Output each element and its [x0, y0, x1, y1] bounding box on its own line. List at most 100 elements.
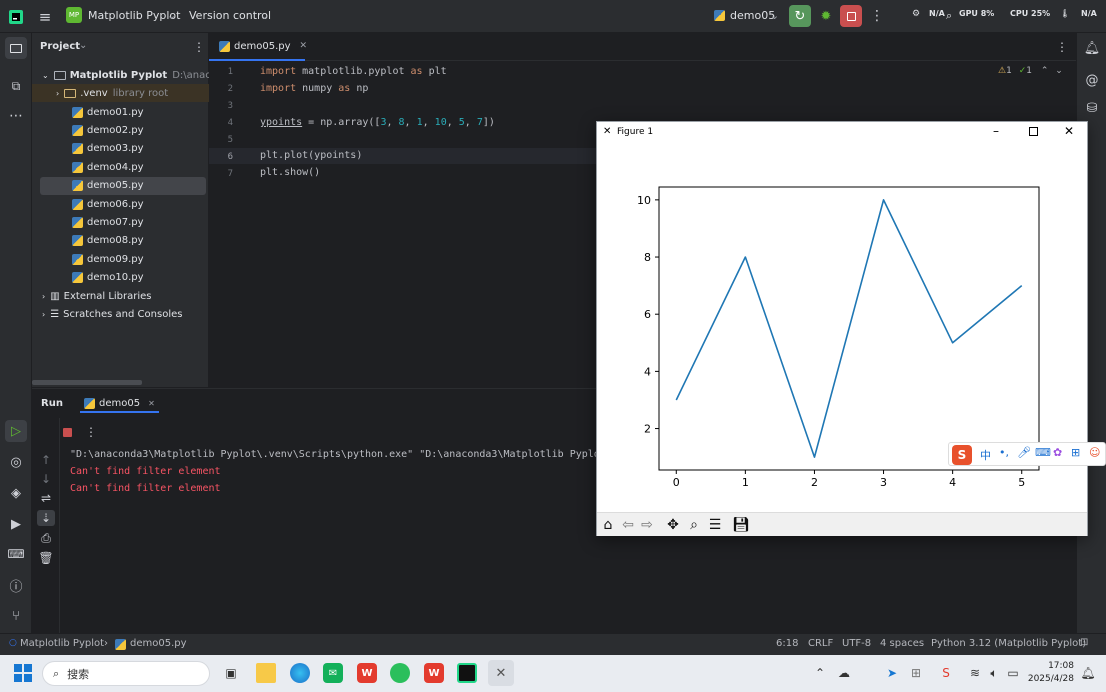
task-view-icon[interactable]: ▣ — [222, 664, 240, 682]
trash-icon[interactable]: 🗑︎ — [37, 550, 55, 566]
wps-office-icon[interactable]: W — [424, 663, 444, 683]
print-icon[interactable]: ⎙ — [37, 530, 55, 546]
taskbar-search[interactable]: ⌕ 搜索 — [42, 661, 210, 686]
indent-setting[interactable]: 4 spaces — [880, 638, 924, 649]
tree-item-file[interactable]: demo07.py — [32, 213, 209, 231]
more-options-icon[interactable]: ⋮ — [85, 425, 97, 439]
breadcrumb-file[interactable]: demo05.py — [130, 638, 187, 649]
notifications-bell-icon[interactable]: 🔔︎ — [1081, 37, 1103, 59]
file-encoding[interactable]: UTF-8 — [842, 638, 871, 649]
zoom-icon[interactable]: ⌕ — [685, 516, 703, 534]
more-options-icon[interactable]: ⋮ — [192, 39, 206, 55]
tree-item-file[interactable]: demo10.py — [32, 269, 209, 287]
chat-app-icon[interactable] — [390, 663, 410, 683]
problems-icon[interactable]: ⓘ — [5, 574, 27, 596]
horizontal-scrollbar[interactable] — [32, 380, 142, 385]
save-figure-icon[interactable]: 💾︎ — [732, 516, 750, 534]
caret-position[interactable]: 6:18 — [776, 638, 798, 649]
close-icon[interactable]: ✕ — [1064, 124, 1074, 138]
layers-icon[interactable]: ◈ — [5, 482, 27, 504]
structure-icon[interactable]: ⧉ — [5, 75, 27, 97]
main-menu-icon[interactable]: ≡ — [35, 7, 55, 27]
database-icon[interactable]: ⛁ — [1081, 97, 1103, 119]
sogou-ime-icon[interactable]: S — [952, 445, 972, 465]
vcs-menu[interactable]: Version control — [189, 9, 271, 22]
tree-item-file[interactable]: demo09.py — [32, 250, 209, 268]
stop-button[interactable] — [840, 5, 862, 27]
run-config-selector[interactable]: demo05 — [730, 9, 775, 22]
git-branch-icon[interactable]: ⑂ — [5, 605, 27, 627]
more-options-icon[interactable]: ⋮ — [1055, 39, 1069, 55]
tray-app-icon[interactable]: ⊞ — [908, 664, 924, 682]
edge-browser-icon[interactable] — [290, 663, 310, 683]
close-icon[interactable]: ✕ — [148, 399, 155, 408]
configure-subplots-icon[interactable]: ☰ — [706, 516, 724, 534]
windows-start-icon[interactable] — [13, 663, 33, 683]
toolbox-icon[interactable]: ⊞ — [1071, 446, 1080, 459]
tab-demo05[interactable]: demo05.py ✕ — [209, 33, 308, 61]
close-icon[interactable]: ✕ — [300, 41, 308, 51]
ime-more-icon[interactable]: ☺ — [1089, 446, 1100, 459]
breadcrumb-project[interactable]: Matplotlib Pyplot — [20, 638, 104, 649]
minimize-icon[interactable]: – — [993, 124, 999, 138]
chevron-down-icon[interactable]: ⌄ — [1055, 66, 1063, 76]
wps-icon[interactable]: W — [357, 663, 377, 683]
cloud-icon[interactable]: ☁ — [836, 664, 852, 682]
arrow-up-icon[interactable]: ↑ — [37, 452, 55, 468]
clock[interactable]: 17:08 2025/4/28 — [1020, 660, 1074, 686]
wechat-icon[interactable]: ✉ — [323, 663, 343, 683]
chevron-up-icon[interactable]: ⌃ — [1041, 66, 1049, 76]
tree-item-file[interactable]: demo04.py — [32, 158, 209, 176]
code-line-6[interactable]: plt.plot(ypoints) — [260, 150, 362, 161]
more-tools-icon[interactable]: ⋯ — [5, 105, 27, 127]
run-tool-icon[interactable]: ▷ — [5, 420, 27, 442]
forward-arrow-icon[interactable]: ⇨ — [638, 516, 656, 534]
ime-language-mode[interactable]: 中 — [980, 447, 991, 463]
tree-item-file[interactable]: demo06.py — [32, 195, 209, 213]
arrow-down-icon[interactable]: ↓ — [37, 471, 55, 487]
debug-bug-icon[interactable]: ✹ — [817, 7, 835, 25]
search-icon[interactable]: ⌕ — [946, 9, 952, 23]
pycharm-taskbar-icon[interactable] — [457, 663, 477, 683]
pan-icon[interactable]: ✥ — [664, 516, 682, 534]
speaker-muted-icon[interactable]: 🔈︎ — [986, 664, 1002, 682]
tree-item-venv[interactable]: › .venv library root — [32, 84, 209, 102]
back-arrow-icon[interactable]: ⇦ — [619, 516, 637, 534]
ai-assistant-icon[interactable]: @ — [1081, 69, 1103, 91]
tree-item-file[interactable]: demo02.py — [32, 121, 209, 139]
interpreter-selector[interactable]: Python 3.12 (Matplotlib Pyplot) — [931, 638, 1086, 649]
wifi-icon[interactable]: ≋ — [967, 664, 983, 682]
tab-run-demo05[interactable]: demo05 ✕ — [80, 395, 159, 413]
home-icon[interactable]: ⌂ — [599, 516, 617, 534]
project-panel-title[interactable]: Project — [40, 41, 80, 52]
tree-item-file[interactable]: demo03.py — [32, 140, 209, 158]
skin-icon[interactable]: ✿ — [1053, 446, 1062, 459]
maximize-icon[interactable] — [1029, 127, 1038, 136]
tree-root[interactable]: ⌄ Matplotlib Pyplot D:\anacond — [32, 66, 209, 84]
terminal-icon[interactable]: ⌨ — [5, 543, 27, 565]
more-actions-icon[interactable]: ⋮ — [870, 7, 884, 25]
line-separator[interactable]: CRLF — [808, 638, 833, 649]
tree-item-file[interactable]: demo05.py — [40, 176, 206, 195]
inspection-widget[interactable]: ⚠1 ✓1 ⌃ ⌄ — [998, 66, 1063, 76]
matplotlib-figure-taskbar-icon[interactable]: ✕ — [488, 660, 514, 686]
code-line-4[interactable]: ypoints = np.array([3, 8, 1, 10, 5, 7]) — [260, 117, 495, 128]
tree-item-scratches[interactable]: › ☰ Scratches and Consoles — [32, 305, 209, 323]
soft-wrap-icon[interactable]: ⇌ — [37, 490, 55, 506]
send-icon[interactable]: ➤ — [884, 664, 900, 682]
file-explorer-icon[interactable] — [256, 663, 276, 683]
tray-ime-icon[interactable]: S — [938, 664, 954, 682]
code-line-1[interactable]: import matplotlib.pyplot as plt — [260, 66, 447, 77]
tree-item-file[interactable]: demo01.py — [32, 103, 209, 121]
code-line-7[interactable]: plt.show() — [260, 167, 320, 178]
stop-icon[interactable] — [61, 426, 73, 438]
rerun-button[interactable]: ↻ — [789, 5, 811, 27]
services-icon[interactable]: ▶ — [5, 513, 27, 535]
folder-icon[interactable] — [5, 37, 27, 59]
code-line-2[interactable]: import numpy as np — [260, 83, 368, 94]
punctuation-icon[interactable]: •, — [999, 446, 1009, 459]
python-console-icon[interactable]: ◎ — [5, 451, 27, 473]
notification-center-icon[interactable]: 🔔︎ — [1080, 664, 1096, 682]
tree-item-external-libraries[interactable]: › ▥ External Libraries — [32, 287, 209, 305]
tree-item-file[interactable]: demo08.py — [32, 232, 209, 250]
